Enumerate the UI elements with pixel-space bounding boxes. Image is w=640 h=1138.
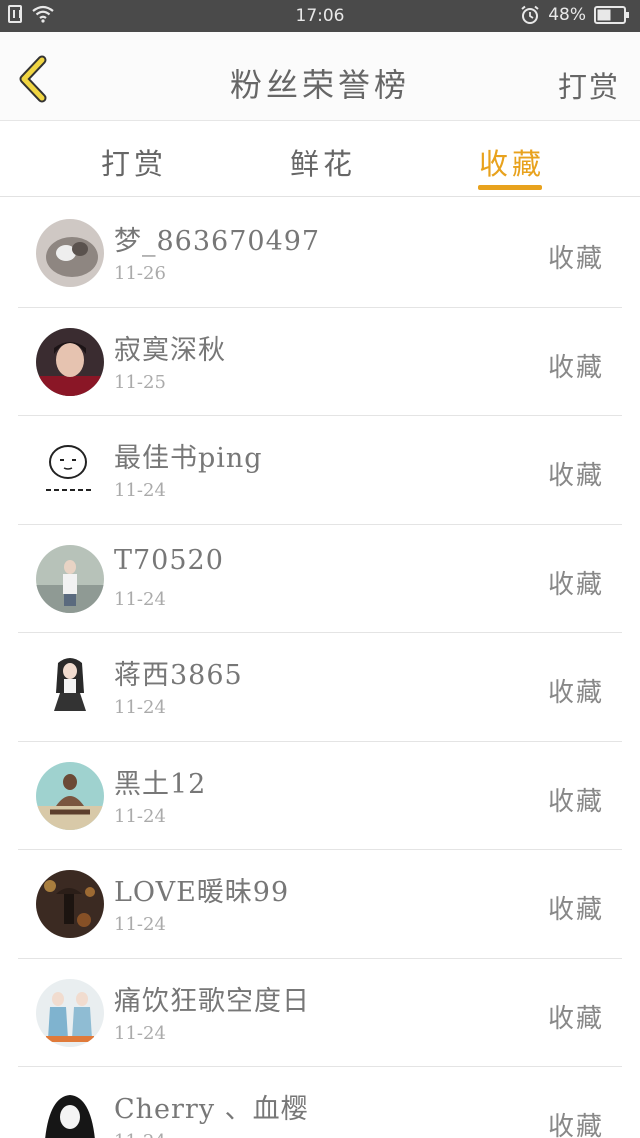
- tab-flowers[interactable]: 鲜花: [290, 141, 356, 183]
- list-item[interactable]: Cherry 、血樱 11-24 收藏: [0, 1067, 640, 1138]
- action-label: 收藏: [547, 895, 604, 925]
- user-name: 蒋西3865: [114, 660, 243, 691]
- avatar: [36, 978, 104, 1047]
- avatar: [36, 219, 104, 287]
- action-label: 收藏: [547, 569, 604, 600]
- date-label: 11-24: [114, 697, 166, 718]
- list-item[interactable]: T70520 11-24 收藏: [0, 525, 640, 634]
- user-name: Cherry 、血樱: [114, 1094, 309, 1125]
- avatar: [36, 761, 104, 830]
- user-name: T70520: [114, 544, 224, 576]
- avatar: [36, 544, 104, 613]
- date-label: 11-24: [114, 914, 166, 935]
- alarm-icon: [520, 5, 540, 25]
- avatar: [36, 653, 104, 721]
- page-title: 粉丝荣誉榜: [229, 66, 410, 104]
- battery-icon: [594, 6, 630, 24]
- list-item[interactable]: 梦_863670497 11-26 收藏: [0, 199, 640, 308]
- tab-favorites[interactable]: 收藏: [479, 141, 545, 183]
- avatar: [36, 327, 104, 396]
- date-label: 11-26: [114, 263, 166, 284]
- list-item[interactable]: 寂寞深秋 11-25 收藏: [0, 308, 640, 417]
- action-label: 收藏: [547, 461, 604, 491]
- user-name: 寂寞深秋: [114, 334, 226, 366]
- date-label: 11-24: [114, 588, 166, 610]
- avatar: [36, 870, 104, 938]
- date-label: 11-24: [114, 1131, 166, 1138]
- tip-button[interactable]: 打赏: [558, 64, 620, 106]
- avatar: [36, 436, 104, 504]
- list-item[interactable]: 黑土12 11-24 收藏: [0, 742, 640, 851]
- nav-bar: 粉丝荣誉榜 打赏: [0, 32, 640, 121]
- date-label: 11-24: [114, 1022, 166, 1044]
- list-item[interactable]: 痛饮狂歌空度日 11-24 收藏: [0, 959, 640, 1068]
- user-name: LOVE暖昧99: [114, 877, 290, 908]
- tab-tip[interactable]: 打赏: [101, 141, 167, 183]
- list-item[interactable]: LOVE暖昧99 11-24 收藏: [0, 850, 640, 959]
- list-item[interactable]: 最佳书ping 11-24 收藏: [0, 416, 640, 525]
- action-label: 收藏: [547, 1003, 604, 1034]
- action-label: 收藏: [547, 352, 604, 383]
- battery-percent: 48%: [548, 5, 586, 25]
- user-name: 梦_863670497: [114, 226, 321, 257]
- user-name: 痛饮狂歌空度日: [114, 985, 310, 1017]
- action-label: 收藏: [547, 1112, 604, 1138]
- user-name: 最佳书ping: [114, 443, 263, 474]
- active-tab-indicator: [478, 185, 542, 190]
- action-label: 收藏: [547, 678, 604, 708]
- status-bar: 17:06 48%: [0, 0, 640, 32]
- tab-bar: 打赏 鲜花 收藏: [0, 121, 640, 197]
- date-label: 11-24: [114, 805, 166, 827]
- action-label: 收藏: [547, 786, 604, 817]
- user-name: 黑土12: [114, 768, 207, 800]
- date-label: 11-25: [114, 371, 166, 393]
- list-item[interactable]: 蒋西3865 11-24 收藏: [0, 633, 640, 742]
- fan-list: 梦_863670497 11-26 收藏 寂寞深秋 11-25 收藏 最佳书pi…: [0, 199, 640, 1138]
- action-label: 收藏: [547, 244, 604, 274]
- avatar: [36, 1087, 104, 1138]
- date-label: 11-24: [114, 480, 166, 501]
